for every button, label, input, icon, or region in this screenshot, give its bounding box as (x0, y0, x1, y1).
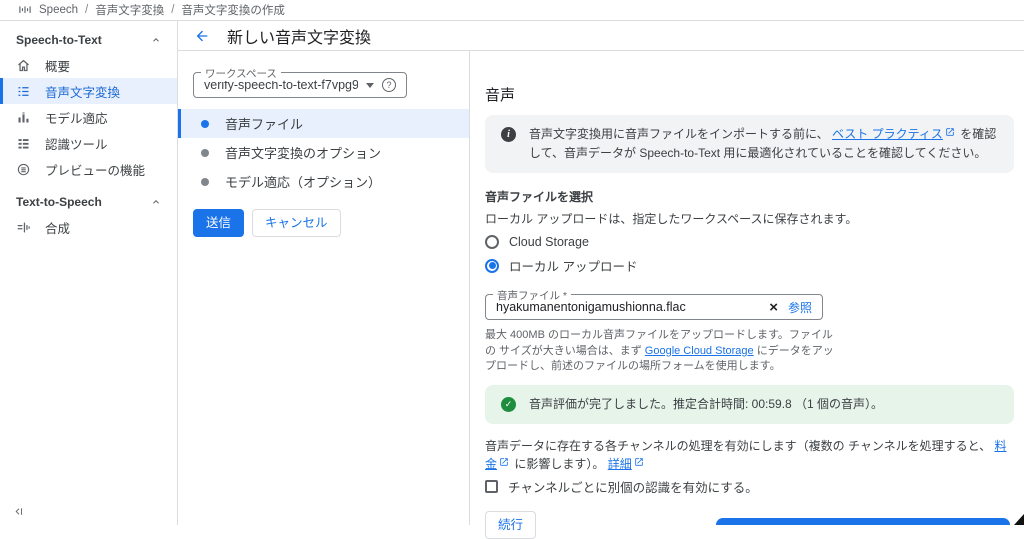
transcription-icon (16, 84, 31, 99)
sidebar-section-speech-to-text[interactable]: Speech-to-Text (0, 27, 177, 52)
checkbox-unchecked-icon[interactable] (485, 480, 498, 493)
external-link-icon (945, 127, 955, 137)
radio-off-icon (485, 235, 499, 249)
breadcrumb-item-create: 音声文字変換の作成 (181, 2, 285, 18)
step-list: 音声ファイル 音声文字変換のオプション モデル適応（オプション） (178, 109, 469, 196)
home-icon (16, 58, 31, 73)
file-select-title: 音声ファイルを選択 (485, 188, 1014, 205)
info-banner: i 音声文字変換用に音声ファイルをインポートする前に、 ベスト プラクティス を… (485, 115, 1014, 173)
radio-on-icon (485, 259, 499, 273)
submit-button[interactable]: 送信 (193, 209, 244, 237)
model-adaptation-icon (16, 110, 31, 125)
step-dot-icon (201, 120, 209, 128)
sidebar-section-title: Speech-to-Text (16, 33, 102, 47)
step-transcription-options[interactable]: 音声文字変換のオプション (178, 138, 469, 167)
check-circle-icon: ✓ (501, 397, 516, 412)
audio-file-field-label: 音声ファイル * (493, 288, 571, 303)
google-cloud-storage-link[interactable]: Google Cloud Storage (645, 345, 754, 357)
synthesis-icon (16, 220, 31, 235)
preview-features-icon (16, 162, 31, 177)
speech-waveform-logo-icon (18, 3, 32, 17)
sidebar-item-model-adaptation[interactable]: モデル適応 (0, 104, 177, 130)
sidebar-item-synthesis[interactable]: 合成 (0, 214, 177, 240)
best-practices-link[interactable]: ベスト プラクティス (832, 127, 943, 141)
file-help-text: 最大 400MB のローカル音声ファイルをアップロードします。ファイルの サイズ… (485, 328, 841, 375)
chevron-up-icon (151, 197, 161, 207)
step-dot-icon (201, 149, 209, 157)
radio-local-upload[interactable]: ローカル アップロード (485, 256, 1014, 275)
workspace-select-label: ワークスペース (201, 66, 281, 81)
sidebar-item-transcriptions[interactable]: 音声文字変換 (0, 78, 177, 104)
step-label: 音声ファイル (225, 114, 303, 133)
main-area: 新しい音声文字変換 ワークスペース verify-speech-to-text-… (178, 21, 1024, 525)
back-arrow-icon[interactable] (194, 28, 210, 44)
chevron-up-icon (151, 35, 161, 45)
checkbox-label: チャンネルごとに別個の認識を有効にする。 (508, 477, 758, 496)
sidebar-item-label: 認識ツール (45, 134, 108, 153)
channel-recognition-checkbox-row[interactable]: チャンネルごとに別個の認識を有効にする。 (485, 477, 1014, 496)
help-icon[interactable]: ? (382, 78, 396, 92)
bottom-blue-bar[interactable] (716, 518, 1010, 525)
sidebar-item-label: 音声文字変換 (45, 82, 120, 101)
sidebar-section-title: Text-to-Speech (16, 195, 102, 209)
breadcrumb: Speech / 音声文字変換 / 音声文字変換の作成 (0, 0, 1024, 21)
collapse-sidebar-icon[interactable] (13, 506, 24, 517)
radio-cloud-storage[interactable]: Cloud Storage (485, 232, 1014, 251)
step-dot-icon (201, 178, 209, 186)
channel-description: 音声データに存在する各チャンネルの処理を有効にします（複数の チャンネルを処理す… (485, 437, 1014, 473)
step-audio-file[interactable]: 音声ファイル (178, 109, 469, 138)
details-link[interactable]: 詳細 (608, 457, 632, 471)
cancel-button[interactable]: キャンセル (252, 209, 341, 237)
page-title: 新しい音声文字変換 (227, 24, 371, 48)
breadcrumb-separator: / (85, 4, 88, 16)
sidebar-item-label: 合成 (45, 218, 70, 237)
breadcrumb-separator: / (171, 4, 174, 16)
success-banner-text: 音声評価が完了しました。推定合計時間: 00:59.8 （1 個の音声）。 (529, 395, 883, 414)
audio-file-field: 音声ファイル * × 参照 (485, 294, 823, 320)
sidebar-item-label: 概要 (45, 56, 70, 75)
sidebar-item-label: モデル適応 (45, 108, 108, 127)
section-title-audio: 音声 (485, 84, 1014, 105)
step-model-adaptation[interactable]: モデル適応（オプション） (178, 167, 469, 196)
info-banner-text: 音声文字変換用に音声ファイルをインポートする前に、 ベスト プラクティス を確認… (529, 125, 998, 163)
sidebar-item-recognizers[interactable]: 認識ツール (0, 130, 177, 156)
dropdown-arrow-icon (366, 83, 374, 88)
audio-form-panel: 音声 i 音声文字変換用に音声ファイルをインポートする前に、 ベスト プラクティ… (470, 51, 1024, 525)
external-link-icon (634, 457, 644, 467)
breadcrumb-app[interactable]: Speech (39, 4, 78, 16)
clear-icon[interactable]: × (769, 300, 778, 315)
success-banner: ✓ 音声評価が完了しました。推定合計時間: 00:59.8 （1 個の音声）。 (485, 385, 1014, 424)
step-label: モデル適応（オプション） (225, 172, 381, 191)
workspace-select[interactable]: ワークスペース verify-speech-to-text-f7vpg95s ? (193, 72, 407, 98)
sidebar-section-text-to-speech[interactable]: Text-to-Speech (0, 189, 177, 214)
sidebar-item-preview-features[interactable]: プレビューの機能 (0, 156, 177, 182)
breadcrumb-item-transcriptions[interactable]: 音声文字変換 (95, 2, 164, 18)
page-header: 新しい音声文字変換 (178, 21, 1024, 51)
mouse-cursor (1012, 514, 1024, 525)
file-select-subtitle: ローカル アップロードは、指定したワークスペースに保存されます。 (485, 210, 1014, 227)
info-icon: i (501, 127, 516, 142)
radio-label: ローカル アップロード (509, 256, 637, 275)
recognizer-icon (16, 136, 31, 151)
sidebar-item-overview[interactable]: 概要 (0, 52, 177, 78)
radio-label: Cloud Storage (509, 235, 589, 249)
external-link-icon (499, 457, 509, 467)
sidebar: Speech-to-Text 概要 音声文字変換 (0, 21, 178, 525)
browse-button[interactable]: 参照 (788, 299, 812, 316)
step-label: 音声文字変換のオプション (225, 143, 381, 162)
sidebar-item-label: プレビューの機能 (45, 160, 145, 179)
stepper-panel: ワークスペース verify-speech-to-text-f7vpg95s ?… (178, 51, 470, 525)
